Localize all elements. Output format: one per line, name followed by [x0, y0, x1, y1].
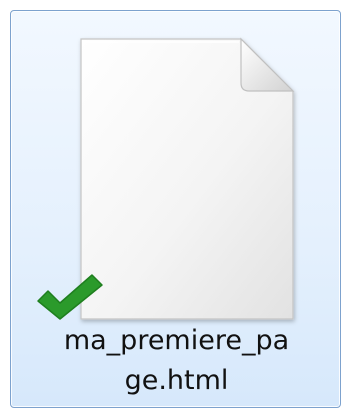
file-name-line-2: ge.html	[124, 365, 229, 396]
checkmark-icon	[37, 274, 103, 320]
file-name-line-1: ma_premiere_pa	[63, 325, 290, 356]
file-name: ma_premiere_pa ge.html	[11, 321, 342, 401]
file-item[interactable]: ma_premiere_pa ge.html	[10, 10, 341, 408]
